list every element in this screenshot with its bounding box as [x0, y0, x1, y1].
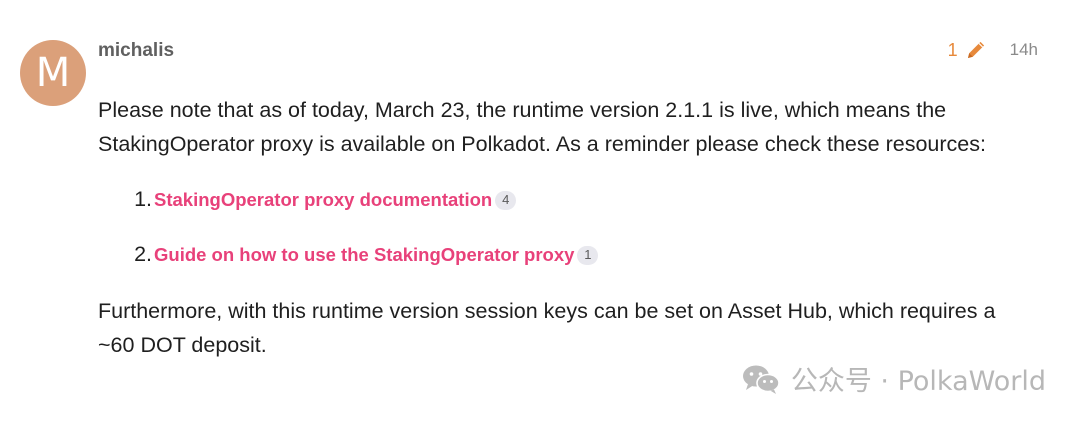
list-number: 2.	[134, 242, 152, 267]
username-link[interactable]: michalis	[98, 40, 174, 62]
click-count-badge: 4	[495, 190, 517, 210]
pencil-icon[interactable]	[964, 38, 988, 62]
staking-operator-docs-link[interactable]: StakingOperator proxy documentation	[154, 183, 492, 217]
avatar-letter: M	[35, 50, 71, 96]
paragraph-intro: Please note that as of today, March 23, …	[98, 98, 986, 156]
list-number: 1.	[134, 187, 152, 212]
post-body: Please note that as of today, March 23, …	[98, 94, 1028, 362]
avatar[interactable]: M	[20, 40, 86, 106]
wechat-icon	[742, 365, 780, 394]
watermark-text: 公众号 · PolkaWorld	[790, 366, 1046, 397]
post-meta: 1 14h	[948, 38, 1038, 62]
staking-operator-guide-link[interactable]: Guide on how to use the StakingOperator …	[154, 238, 574, 272]
watermark: 公众号 · PolkaWorld	[741, 359, 1046, 398]
edit-count[interactable]: 1	[948, 40, 958, 61]
resource-list: 1. StakingOperator proxy documentation 4…	[98, 185, 1028, 270]
click-count-badge: 1	[577, 245, 599, 265]
list-item: 1. StakingOperator proxy documentation 4	[98, 185, 1028, 215]
list-item: 2. Guide on how to use the StakingOperat…	[98, 240, 1028, 270]
paragraph-followup: Furthermore, with this runtime version s…	[98, 299, 996, 357]
post-time[interactable]: 14h	[1010, 40, 1038, 60]
